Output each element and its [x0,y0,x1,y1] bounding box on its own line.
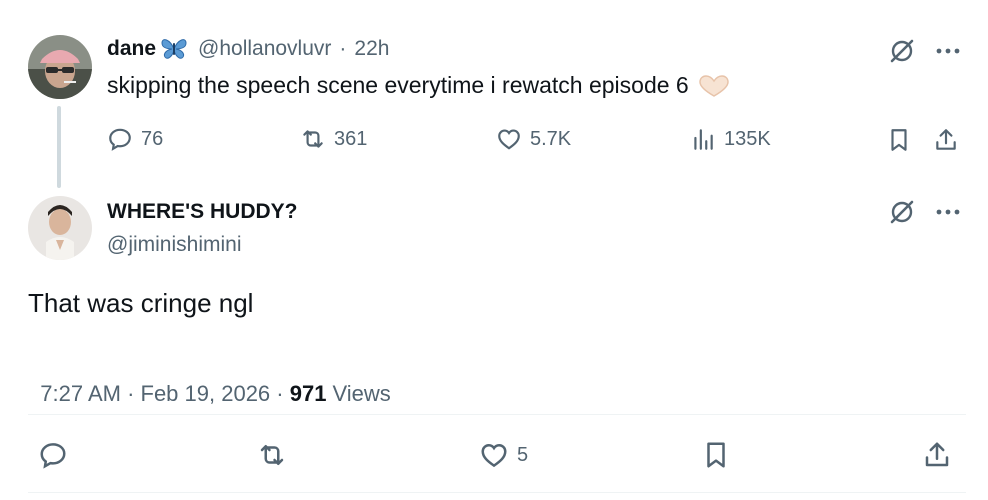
parent-like-button[interactable]: 5.7K [496,126,571,152]
parent-reply-button[interactable]: 76 [107,126,163,152]
parent-like-count: 5.7K [530,127,572,150]
reply-share-button[interactable] [922,440,952,470]
reply-display-name[interactable]: WHERE'S HUDDY? [107,200,298,224]
analytics-icon [694,129,713,150]
repost-icon [260,445,284,465]
parent-repost-count: 361 [334,127,368,150]
reply-like-count: 5 [517,443,529,466]
thread-connector-line [57,106,61,188]
reply-timestamp[interactable]: 7:27 AM · Feb 19, 2026 · [40,381,289,406]
share-icon [925,442,949,467]
bookmark-icon [891,129,907,151]
reply-like-button[interactable]: 5 [479,440,528,470]
repost-icon [303,130,323,148]
heart-icon [498,129,520,150]
parent-tweet-header: dane @hollanovluvr · 22h [107,35,389,63]
reply-bookmark-button[interactable] [701,440,731,470]
parent-reply-count: 76 [141,127,164,150]
parent-time-ago[interactable]: 22h [354,37,389,61]
parent-views-button[interactable]: 135K [690,126,771,152]
parent-bookmark-button[interactable] [886,127,912,153]
reply-tweet-text: That was cringe ngl [28,288,254,318]
more-options-icon-reply[interactable] [934,208,962,216]
heart-icon [481,443,507,468]
reply-icon [109,128,131,151]
share-icon [936,129,956,150]
parent-repost-button[interactable]: 361 [300,126,367,152]
more-options-icon-parent[interactable] [934,47,962,55]
butterfly-emoji-icon [160,37,188,61]
heart-hands-emoji-icon [697,74,731,98]
divider-top [28,414,966,415]
header-separator: · [339,37,347,60]
parent-handle[interactable]: @hollanovluvr [198,37,331,61]
bookmark-icon [707,442,725,468]
reply-icon [40,443,66,469]
avatar-jiminishimini[interactable] [28,196,92,260]
avatar-dane[interactable] [28,35,92,99]
grok-icon-parent[interactable] [888,37,916,65]
parent-tweet-text: skipping the speech scene everytime i re… [107,72,731,99]
reply-meta: 7:27 AM · Feb 19, 2026 · 971 Views [28,355,391,407]
parent-text-content: skipping the speech scene everytime i re… [107,72,689,98]
divider-bottom [28,492,966,493]
reply-reply-button[interactable] [38,440,68,470]
parent-display-name[interactable]: dane [107,37,156,61]
reply-views-label: Views [332,381,391,406]
parent-views-count: 135K [724,127,771,150]
reply-repost-button[interactable] [257,440,287,470]
grok-icon-reply[interactable] [888,198,916,226]
reply-handle[interactable]: @jiminishimini [107,233,242,257]
parent-share-button[interactable] [933,127,959,153]
reply-views-count[interactable]: 971 [290,381,327,406]
